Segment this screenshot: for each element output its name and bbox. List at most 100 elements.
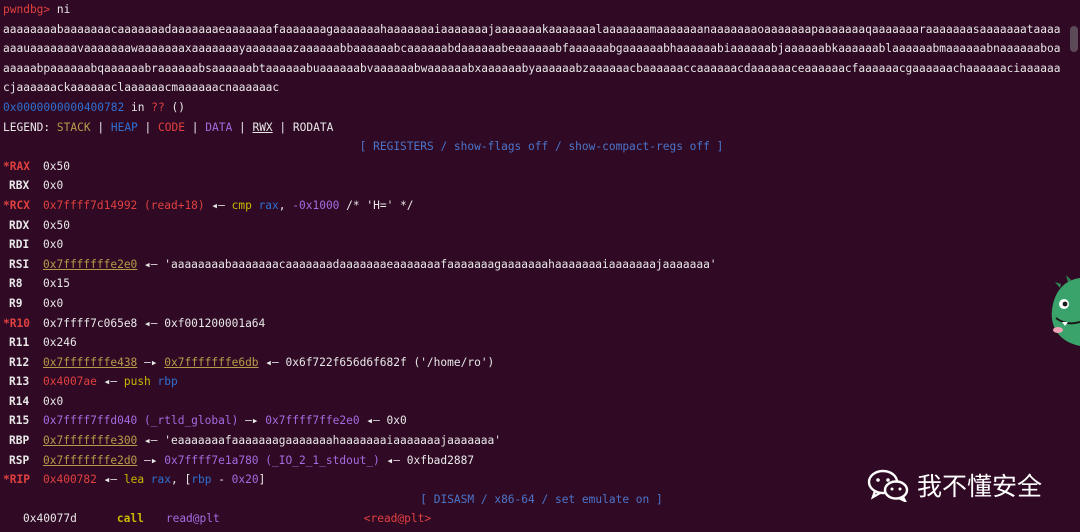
- mascot-image: [1046, 270, 1080, 350]
- register-value-part: rax: [144, 473, 172, 487]
- register-name: RDI: [9, 238, 30, 252]
- register-name: R9: [9, 296, 23, 310]
- wechat-icon: [867, 469, 909, 502]
- watermark-text: 我不懂安全: [916, 472, 1042, 501]
- register-value-part: -0x1000: [292, 198, 340, 212]
- register-value-part: ◂— 0xfbad2887: [379, 453, 475, 467]
- register-value-part: rbp: [150, 375, 178, 389]
- register-name: RSI: [9, 257, 30, 271]
- register-value-part: 0x7fffffffe438: [43, 355, 138, 369]
- register-name: *R10: [3, 316, 30, 330]
- register-name: R11: [9, 336, 30, 350]
- register-value-part: ]: [258, 473, 266, 487]
- register-value-part: ◂—: [96, 375, 124, 389]
- legend-heap: HEAP: [110, 120, 138, 134]
- register-value-part: 0x7ffff7e1a780 (_IO_2_1_stdout_): [164, 453, 380, 467]
- register-value-part: 0x7ffff7ffe2e0: [265, 414, 360, 428]
- register-name: R13: [9, 375, 30, 389]
- location-in: in: [131, 100, 145, 114]
- legend-data: DATA: [205, 120, 233, 134]
- register-value-part: 0x7fffffffe2e0: [43, 257, 138, 271]
- legend-rwx: RWX: [252, 120, 273, 134]
- register-value-part: 0x7ffff7d14992 (read+18): [43, 198, 205, 212]
- location-line: 0x0000000000400782 in ?? (): [3, 98, 1080, 118]
- register-name: *RCX: [3, 198, 30, 212]
- register-row: R11 0x246: [3, 333, 1080, 353]
- cyclic-pattern-output: aaaaaaaabaaaaaaacaaaaaaadaaaaaaaeaaaaaaa…: [3, 22, 1061, 95]
- register-name: RBX: [9, 179, 30, 193]
- register-value-part: ◂— 'aaaaaaaabaaaaaaacaaaaaaadaaaaaaaeaaa…: [137, 257, 717, 271]
- legend-separator: |: [144, 120, 152, 134]
- register-value-part: 0x0: [43, 238, 64, 252]
- register-value-part: 0x7fffffffe300: [43, 434, 138, 448]
- register-value-part: rax: [251, 198, 279, 212]
- register-value-part: 0x7fffffffe2d0: [43, 453, 138, 467]
- disasm-row: 0x40077d call read@plt <read@plt>: [3, 509, 1080, 529]
- register-row: *RCX 0x7ffff7d14992 (read+18) ◂— cmp rax,…: [3, 196, 1080, 216]
- wechat-watermark: 我不懂安全: [867, 465, 1042, 505]
- register-row: R12 0x7fffffffe438 —▸ 0x7fffffffe6db ◂— 0…: [3, 353, 1080, 373]
- register-row: RBX 0x0: [3, 176, 1080, 196]
- register-value-part: push: [123, 375, 151, 389]
- register-value-part: 0x20: [231, 473, 259, 487]
- location-parens: (): [171, 100, 185, 114]
- register-name: R15: [9, 414, 30, 428]
- register-name: RDX: [9, 218, 30, 232]
- legend-separator: |: [238, 120, 246, 134]
- register-value-part: , [: [171, 473, 192, 487]
- register-value-part: —▸: [137, 355, 165, 369]
- register-row: R13 0x4007ae ◂— push rbp: [3, 372, 1080, 392]
- location-function: ??: [151, 100, 165, 114]
- disasm-operand: read@plt: [165, 512, 220, 526]
- register-value-part: ◂— 0x6f722f656d6f682f ('/home/ro'): [258, 355, 495, 369]
- register-name: RBP: [9, 434, 30, 448]
- register-value-part: ◂—: [204, 198, 232, 212]
- register-value-part: 0x0: [43, 394, 64, 408]
- register-value-part: 0x7fffffffe6db: [164, 355, 259, 369]
- register-row: R8 0x15: [3, 274, 1080, 294]
- register-row: RDX 0x50: [3, 216, 1080, 236]
- legend-label: LEGEND:: [3, 120, 51, 134]
- register-value-part: 0x400782: [43, 473, 97, 487]
- register-value-part: ,: [278, 198, 293, 212]
- register-name: R12: [9, 355, 30, 369]
- register-row: *R10 0x7ffff7c065e8 ◂— 0xf001200001a64: [3, 314, 1080, 334]
- legend-separator: |: [279, 120, 287, 134]
- terminal[interactable]: pwndbg> ni aaaaaaaabaaaaaaacaaaaaaadaaaa…: [3, 0, 1080, 532]
- register-name: *RIP: [3, 473, 30, 487]
- register-value-part: ◂—: [96, 473, 124, 487]
- register-value-part: ◂— 0x0: [359, 414, 407, 428]
- location-address: 0x0000000000400782: [3, 100, 125, 114]
- register-value-part: 0x7ffff7ffd040 (_rtld_global): [43, 414, 239, 428]
- register-name: RSP: [9, 453, 30, 467]
- register-value-part: 0x50: [43, 218, 70, 232]
- register-value-part: rbp: [191, 473, 212, 487]
- scrollbar-thumb[interactable]: [1070, 26, 1078, 52]
- disasm-address: 0x40077d: [23, 512, 77, 526]
- registers-header: [ REGISTERS / show-flags off / show-comp…: [359, 140, 724, 154]
- register-value-part: —▸: [137, 453, 165, 467]
- legend-code: CODE: [158, 120, 185, 134]
- register-value-part: 0x0: [43, 179, 64, 193]
- register-value-part: 0x246: [43, 336, 77, 350]
- register-value-part: 0x15: [43, 277, 70, 291]
- pwndbg-prompt: pwndbg>: [3, 3, 51, 16]
- register-row: R14 0x0: [3, 392, 1080, 412]
- register-row: R9 0x0: [3, 294, 1080, 314]
- register-row: RBP 0x7fffffffe300 ◂— 'eaaaaaaafaaaaaaaga…: [3, 431, 1080, 451]
- register-name: *RAX: [3, 159, 30, 173]
- register-value-part: cmp: [231, 198, 252, 212]
- register-row: RSI 0x7fffffffe2e0 ◂— 'aaaaaaaabaaaaaaaca…: [3, 255, 1080, 275]
- register-value-part: lea: [123, 473, 145, 487]
- register-value-part: /* 'H=' */: [339, 198, 414, 212]
- legend-line: LEGEND: STACK | HEAP | CODE | DATA | RWX…: [3, 118, 1080, 138]
- register-row: RDI 0x0: [3, 235, 1080, 255]
- register-row: R15 0x7ffff7ffd040 (_rtld_global) —▸ 0x7f…: [3, 411, 1080, 431]
- register-value-part: ◂— 0xf001200001a64: [137, 316, 266, 330]
- register-value-part: 0x0: [43, 296, 64, 310]
- legend-separator: |: [191, 120, 199, 134]
- prompt-line: pwndbg> ni: [3, 0, 1080, 20]
- disasm-mnemonic: call: [116, 512, 144, 526]
- legend-rodata: RODATA: [292, 120, 334, 134]
- register-value-part: —▸: [238, 414, 266, 428]
